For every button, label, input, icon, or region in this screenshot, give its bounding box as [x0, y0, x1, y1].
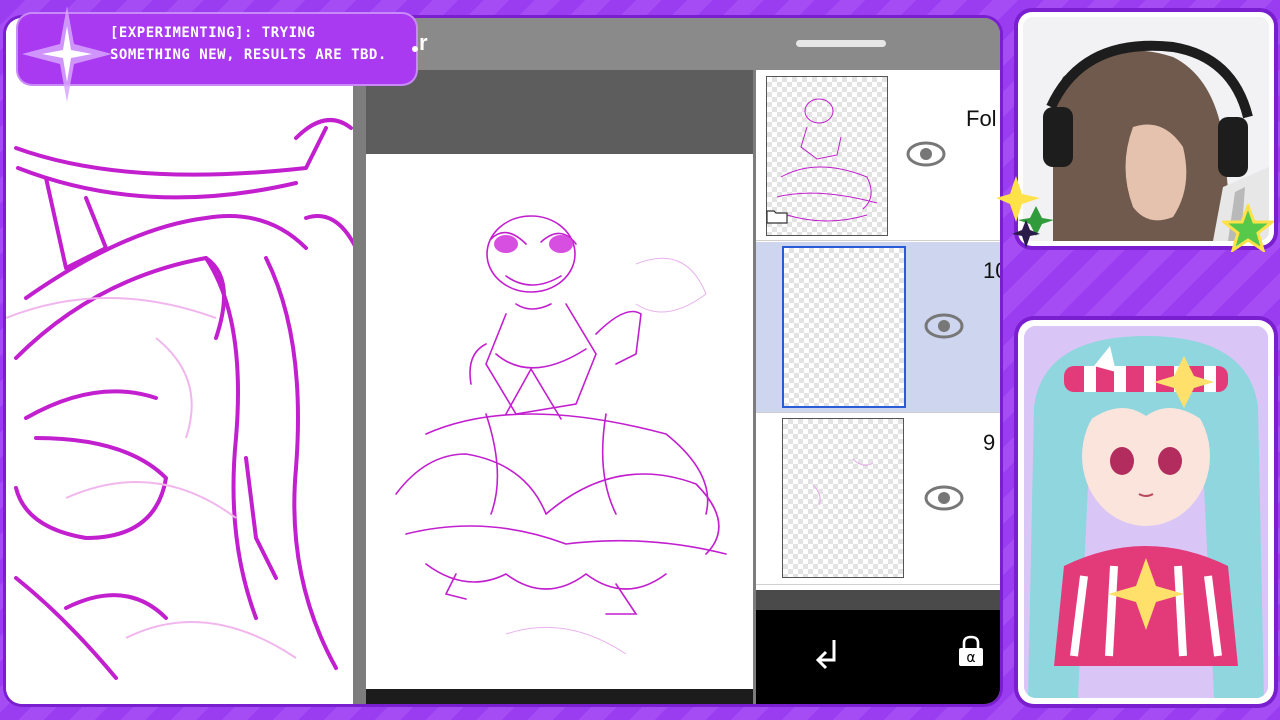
anime-avatar-image: [1024, 326, 1268, 698]
banner-dot: [412, 46, 418, 52]
green-star-icon: [1222, 204, 1274, 252]
yellow-star-icon: [996, 176, 1054, 248]
arrow-down-left-icon[interactable]: [812, 636, 846, 670]
banner-text: [EXPERIMENTING]: TRYING SOMETHING NEW, R…: [110, 25, 387, 63]
visibility-eye-icon[interactable]: [924, 485, 964, 511]
layer-panel: Fol 10: [756, 70, 1000, 704]
status-banner: [EXPERIMENTING]: TRYING SOMETHING NEW, R…: [18, 6, 418, 102]
sparkle-icon: [22, 6, 112, 102]
svg-text:α: α: [966, 650, 975, 666]
character-sketch: [395, 215, 727, 655]
drawing-app: r Fol 1 9 α: [353, 18, 1000, 704]
layer-row-10[interactable]: 10: [756, 242, 1000, 413]
layer-thumbnail: [782, 246, 906, 408]
screen-capture-frame: r Fol 1 9 α: [6, 18, 1000, 704]
layer-row-folder[interactable]: Fol: [756, 70, 1000, 241]
alpha-lock-icon[interactable]: α: [954, 634, 988, 668]
layer-thumbnail: [782, 418, 904, 578]
layer-name: 10: [983, 258, 1000, 283]
canvas-header-bar: [366, 70, 753, 154]
layer-row-9[interactable]: 9: [756, 414, 1000, 585]
visibility-eye-icon[interactable]: [924, 313, 964, 339]
layer-list: Fol 10: [756, 70, 1000, 590]
drawing-canvas[interactable]: [366, 154, 753, 689]
visibility-eye-icon[interactable]: [906, 141, 946, 167]
canvas-bottom-bar: [366, 689, 753, 704]
avatar-background: [1024, 326, 1268, 698]
zoomed-sketch-drawing: [6, 118, 358, 680]
panel-drag-handle[interactable]: [796, 40, 886, 47]
app-topbar: r: [353, 18, 1000, 70]
layer-name: 9: [983, 430, 996, 455]
folder-icon: [766, 210, 788, 224]
layer-panel-toolbar: α: [756, 610, 1000, 704]
app-title: r: [419, 30, 428, 55]
layer-name: Fol: [966, 106, 997, 131]
layer-preview-sketch: [812, 458, 874, 506]
avatar-frame: [1018, 320, 1274, 704]
zoomed-sketch-view: [6, 18, 358, 704]
